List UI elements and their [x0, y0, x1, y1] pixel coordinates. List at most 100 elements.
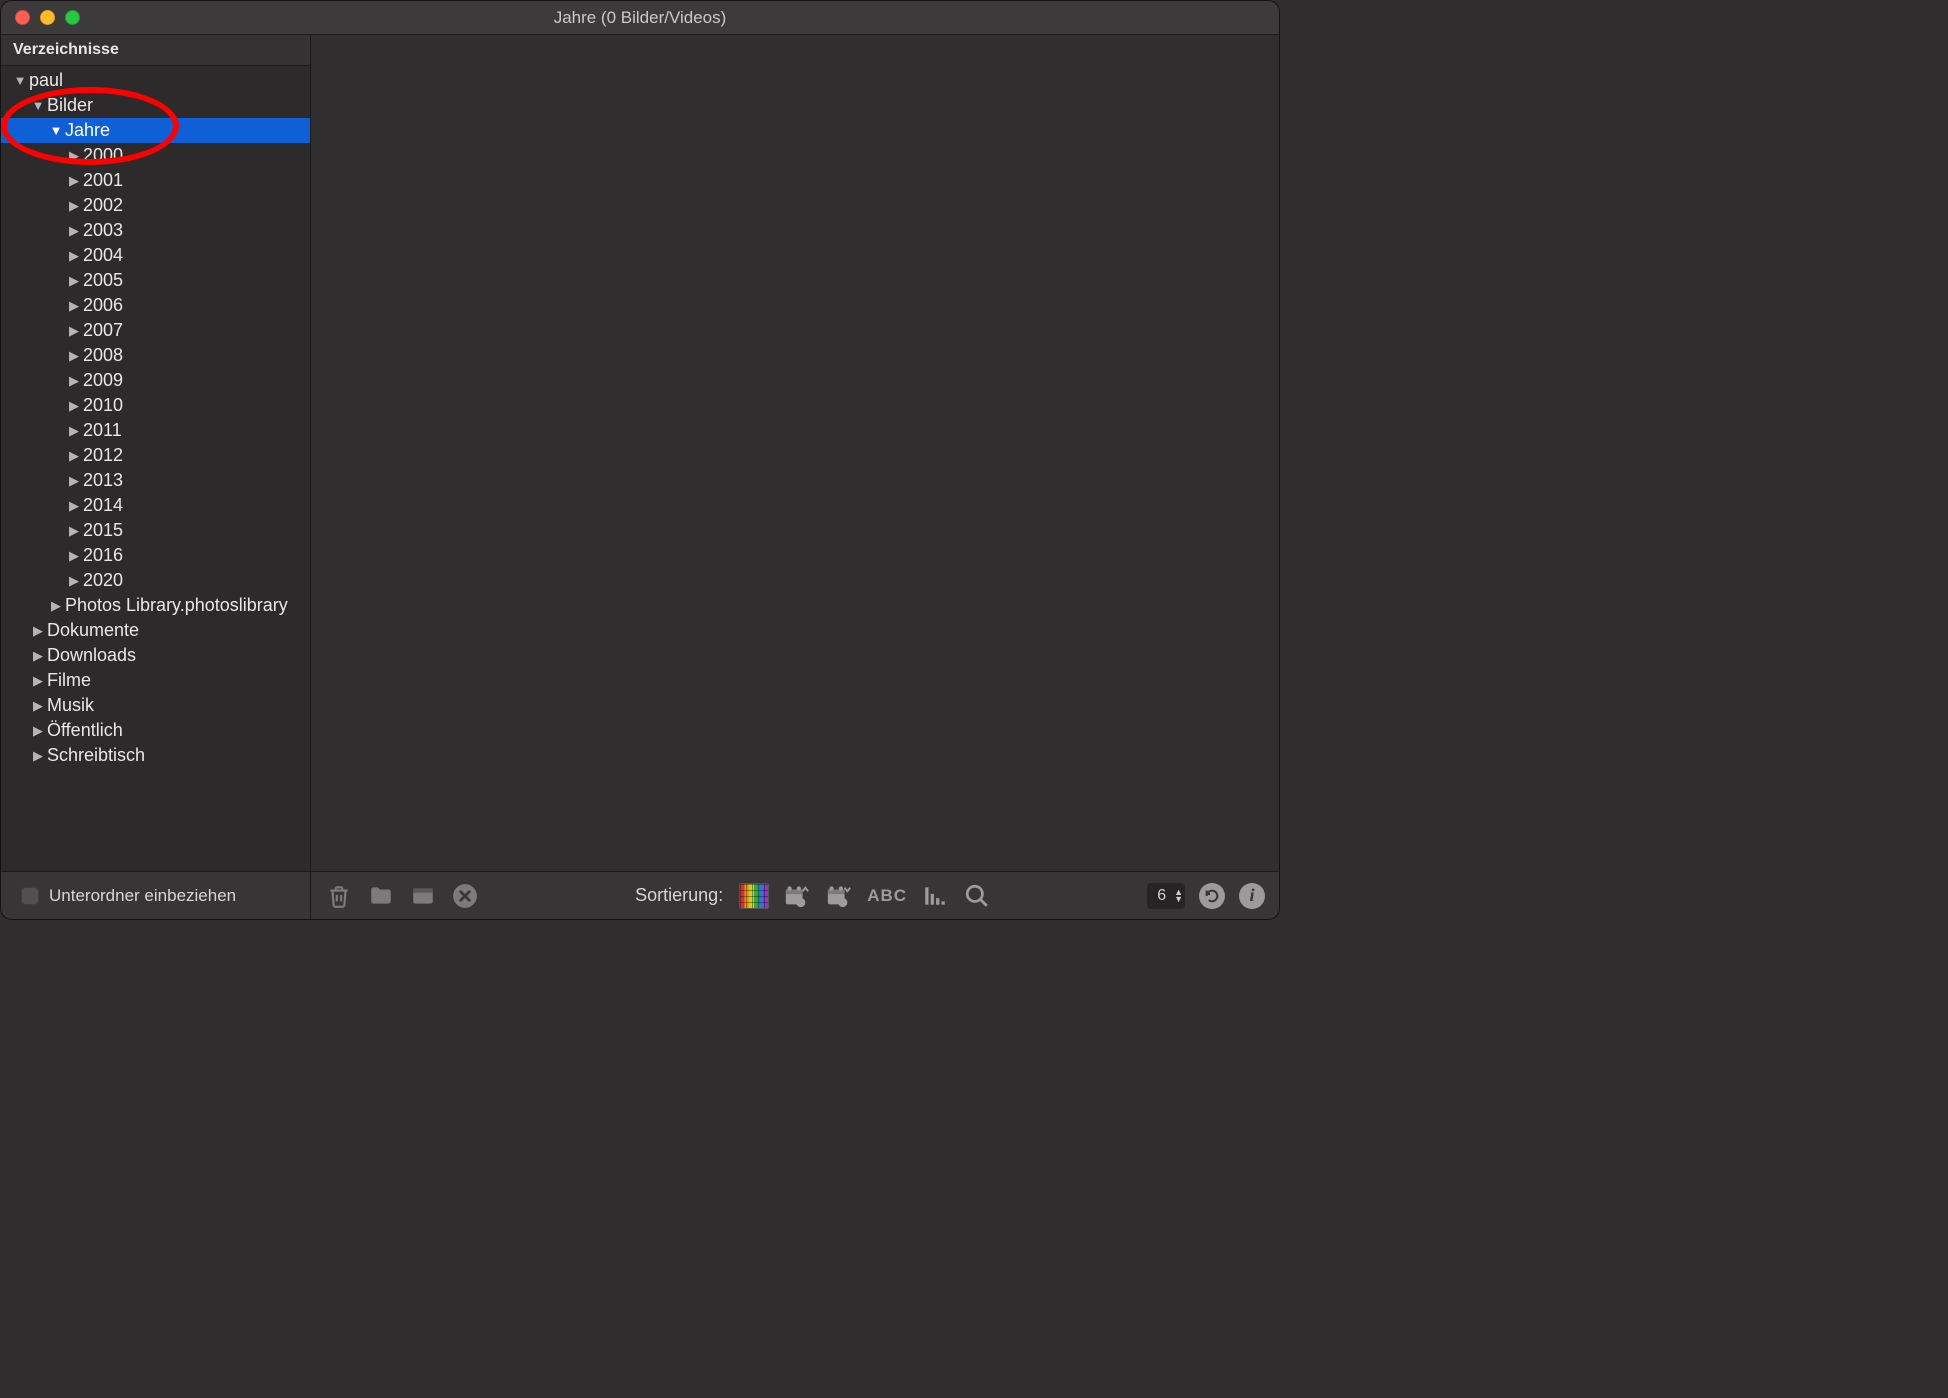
disclosure-right-icon[interactable]: ▶	[67, 548, 81, 564]
info-button[interactable]: i	[1239, 883, 1265, 909]
disclosure-down-icon[interactable]: ▼	[49, 123, 63, 138]
tree-item-label: 2008	[83, 345, 123, 366]
disclosure-right-icon[interactable]: ▶	[49, 598, 63, 614]
tree-item[interactable]: ▼Bilder	[1, 93, 310, 118]
sort-alpha-icon[interactable]: ABC	[867, 886, 907, 906]
tree-item-label: Jahre	[65, 120, 110, 141]
disclosure-right-icon[interactable]: ▶	[67, 248, 81, 264]
tree-item-label: 2012	[83, 445, 123, 466]
tree-item-label: Dokumente	[47, 620, 139, 641]
disclosure-right-icon[interactable]: ▶	[31, 723, 45, 739]
sort-bars-icon[interactable]	[921, 882, 949, 910]
window-view-icon[interactable]	[409, 882, 437, 910]
folder-tree[interactable]: ▼paul▼Bilder▼Jahre▶2000▶2001▶2002▶2003▶2…	[1, 66, 310, 871]
tree-item[interactable]: ▶2013	[1, 468, 310, 493]
disclosure-right-icon[interactable]: ▶	[67, 448, 81, 464]
stepper-arrows-icon[interactable]: ▲▼	[1174, 889, 1183, 903]
disclosure-right-icon[interactable]: ▶	[31, 623, 45, 639]
tree-item-label: 2000	[83, 145, 123, 166]
disclosure-right-icon[interactable]: ▶	[67, 298, 81, 314]
tree-item[interactable]: ▶2002	[1, 193, 310, 218]
tree-item[interactable]: ▶2005	[1, 268, 310, 293]
disclosure-right-icon[interactable]: ▶	[67, 373, 81, 389]
tree-item[interactable]: ▶2001	[1, 168, 310, 193]
disclosure-right-icon[interactable]: ▶	[67, 198, 81, 214]
tree-item-label: 2004	[83, 245, 123, 266]
refresh-button[interactable]	[1199, 883, 1225, 909]
zoom-window-button[interactable]	[65, 10, 80, 25]
tree-item[interactable]: ▶2004	[1, 243, 310, 268]
tree-item[interactable]: ▶Filme	[1, 668, 310, 693]
tree-item[interactable]: ▶2003	[1, 218, 310, 243]
tree-item-label: 2003	[83, 220, 123, 241]
disclosure-right-icon[interactable]: ▶	[67, 498, 81, 514]
tree-item[interactable]: ▶2008	[1, 343, 310, 368]
include-subfolders-checkbox[interactable]	[21, 887, 39, 905]
disclosure-right-icon[interactable]: ▶	[31, 673, 45, 689]
titlebar: Jahre (0 Bilder/Videos)	[1, 1, 1279, 35]
window-title: Jahre (0 Bilder/Videos)	[1, 8, 1279, 28]
tree-item[interactable]: ▶2007	[1, 318, 310, 343]
sidebar-heading: Verzeichnisse	[1, 35, 310, 66]
disclosure-right-icon[interactable]: ▶	[31, 698, 45, 714]
disclosure-right-icon[interactable]: ▶	[31, 648, 45, 664]
disclosure-right-icon[interactable]: ▶	[67, 173, 81, 189]
sort-calendar-up-icon[interactable]	[783, 882, 811, 910]
disclosure-right-icon[interactable]: ▶	[31, 748, 45, 764]
tree-item-label: 2009	[83, 370, 123, 391]
tree-item[interactable]: ▶Musik	[1, 693, 310, 718]
sort-calendar-down-icon[interactable]	[825, 882, 853, 910]
tree-item[interactable]: ▶2010	[1, 393, 310, 418]
disclosure-down-icon[interactable]: ▼	[31, 98, 45, 113]
tree-item[interactable]: ▶2012	[1, 443, 310, 468]
page-stepper[interactable]: 6 ▲▼	[1147, 883, 1185, 909]
window-controls	[1, 10, 80, 25]
tree-item[interactable]: ▶2015	[1, 518, 310, 543]
disclosure-right-icon[interactable]: ▶	[67, 523, 81, 539]
sort-color-grid-icon[interactable]	[739, 883, 769, 909]
disclosure-right-icon[interactable]: ▶	[67, 473, 81, 489]
tree-item[interactable]: ▶Downloads	[1, 643, 310, 668]
disclosure-right-icon[interactable]: ▶	[67, 323, 81, 339]
content-area	[311, 35, 1279, 871]
tree-item-label: 2020	[83, 570, 123, 591]
disclosure-right-icon[interactable]: ▶	[67, 398, 81, 414]
tree-item[interactable]: ▶Schreibtisch	[1, 743, 310, 768]
sidebar: Verzeichnisse ▼paul▼Bilder▼Jahre▶2000▶20…	[1, 35, 311, 871]
tree-item[interactable]: ▶2011	[1, 418, 310, 443]
folder-icon[interactable]	[367, 882, 395, 910]
trash-icon[interactable]	[325, 882, 353, 910]
tree-item[interactable]: ▶2020	[1, 568, 310, 593]
tree-item-label: 2001	[83, 170, 123, 191]
disclosure-down-icon[interactable]: ▼	[13, 73, 27, 88]
disclosure-right-icon[interactable]: ▶	[67, 223, 81, 239]
disclosure-right-icon[interactable]: ▶	[67, 423, 81, 439]
tree-item[interactable]: ▶Photos Library.photoslibrary	[1, 593, 310, 618]
disclosure-right-icon[interactable]: ▶	[67, 573, 81, 589]
tree-item[interactable]: ▶2016	[1, 543, 310, 568]
tree-item[interactable]: ▶Dokumente	[1, 618, 310, 643]
tree-item[interactable]: ▶Öffentlich	[1, 718, 310, 743]
tree-item-label: 2005	[83, 270, 123, 291]
tree-item-label: 2002	[83, 195, 123, 216]
cancel-icon[interactable]	[451, 882, 479, 910]
tree-item[interactable]: ▶2000	[1, 143, 310, 168]
close-window-button[interactable]	[15, 10, 30, 25]
tree-item-label: 2015	[83, 520, 123, 541]
footer: Unterordner einbeziehen	[1, 871, 1279, 919]
tree-item[interactable]: ▶2009	[1, 368, 310, 393]
tree-item-label: 2010	[83, 395, 123, 416]
tree-item-label: Schreibtisch	[47, 745, 145, 766]
tree-item[interactable]: ▼paul	[1, 68, 310, 93]
tree-item-label: 2014	[83, 495, 123, 516]
minimize-window-button[interactable]	[40, 10, 55, 25]
disclosure-right-icon[interactable]: ▶	[67, 273, 81, 289]
tree-item[interactable]: ▶2014	[1, 493, 310, 518]
search-icon[interactable]	[963, 882, 991, 910]
tree-item-label: 2006	[83, 295, 123, 316]
tree-item[interactable]: ▼Jahre	[1, 118, 310, 143]
disclosure-right-icon[interactable]: ▶	[67, 348, 81, 364]
tree-item-label: 2013	[83, 470, 123, 491]
tree-item[interactable]: ▶2006	[1, 293, 310, 318]
disclosure-right-icon[interactable]: ▶	[67, 148, 81, 164]
